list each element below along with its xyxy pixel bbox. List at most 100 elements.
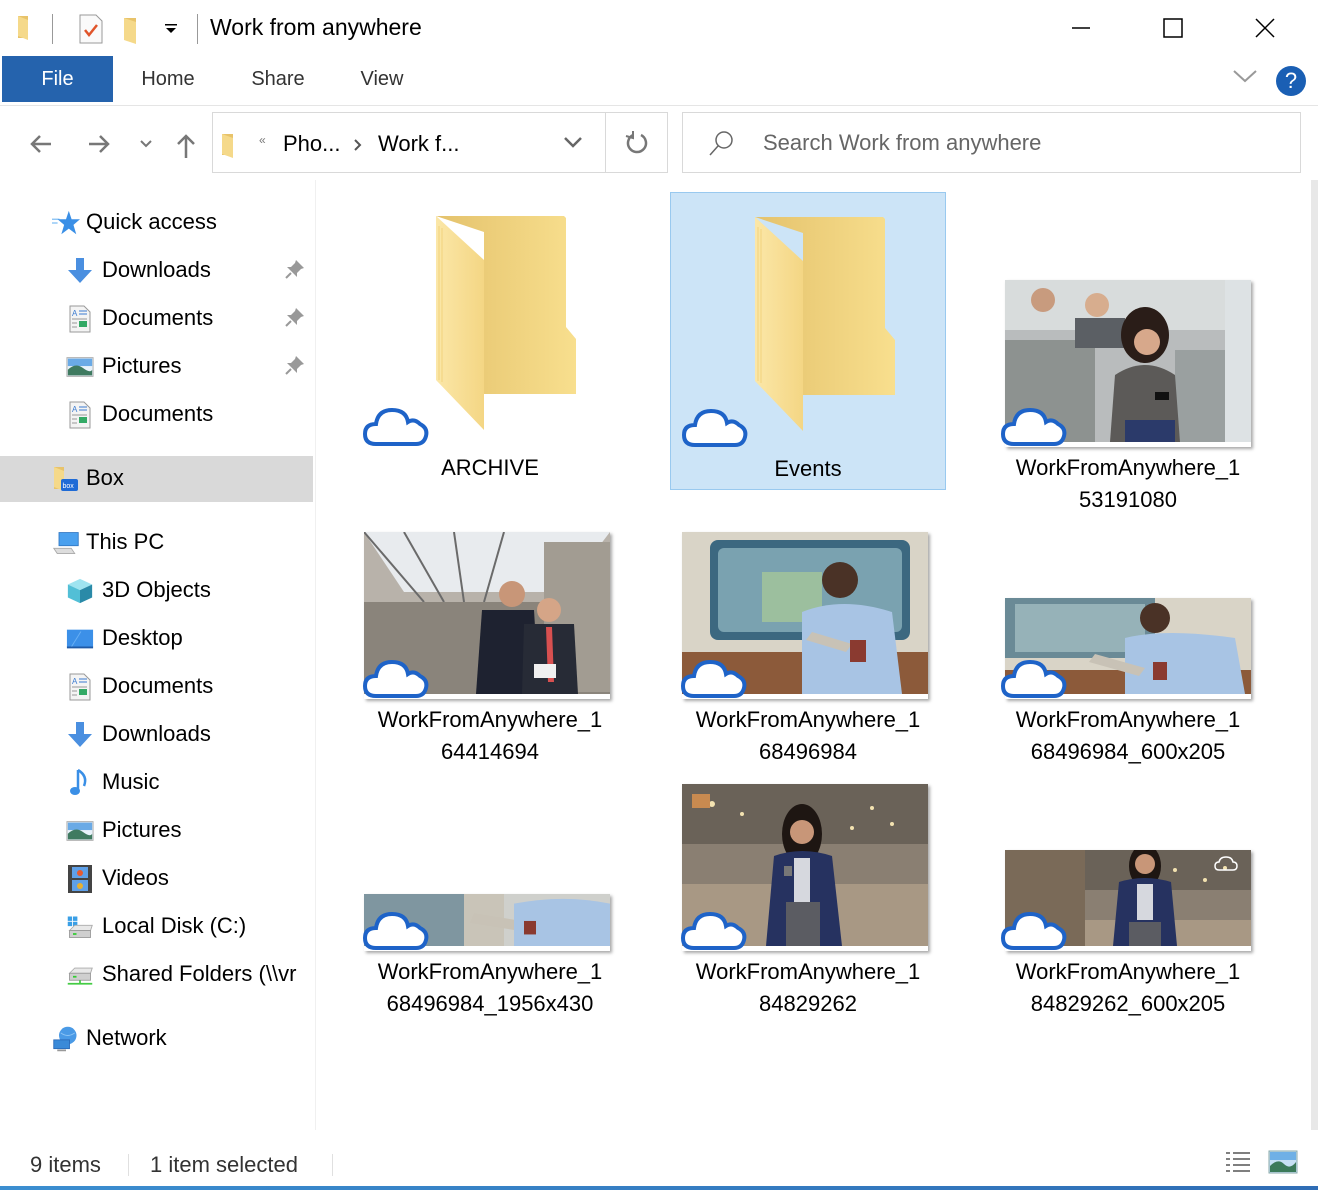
recent-locations-button[interactable]	[136, 130, 156, 158]
item-count: 9 items	[30, 1152, 101, 1177]
minimize-icon	[1072, 27, 1090, 29]
arrow-up-icon	[177, 134, 195, 158]
refresh-button[interactable]	[605, 113, 668, 172]
help-button[interactable]: ?	[1276, 66, 1306, 96]
svg-text:box: box	[63, 483, 75, 490]
details-view-button[interactable]	[1224, 1150, 1252, 1180]
music-icon	[66, 768, 94, 797]
properties-icon[interactable]	[78, 14, 104, 49]
cloud-badge-icon	[1214, 856, 1238, 877]
breadcrumb-item[interactable]: Pho...	[283, 131, 340, 157]
chevron-down-icon	[1233, 70, 1257, 83]
arrow-left-icon	[30, 135, 51, 153]
tab-view[interactable]: View	[346, 56, 418, 102]
breadcrumb-separator-icon[interactable]	[353, 138, 363, 157]
sidebar-item-label: Pictures	[102, 353, 182, 378]
back-button[interactable]	[26, 130, 56, 158]
pin-icon[interactable]	[284, 306, 306, 334]
sidebar-item-this-pc[interactable]: This PC	[0, 520, 313, 566]
pictures-icon	[66, 817, 94, 845]
sidebar-item-label: Pictures	[102, 817, 182, 842]
sidebar-item-label: Quick access	[86, 209, 217, 234]
tab-file[interactable]: File	[2, 56, 113, 102]
sidebar-item-3d-objects[interactable]: 3D Objects	[0, 568, 313, 614]
file-name-continued: 84829262_600x205	[1030, 991, 1226, 1016]
cloud-sync-icon	[362, 654, 432, 700]
svg-text:A: A	[72, 677, 78, 686]
documents-icon: A	[66, 305, 94, 333]
desktop-icon	[66, 625, 94, 653]
folder-icon	[221, 133, 239, 164]
cloud-sync-icon	[680, 654, 750, 700]
file-name: WorkFromAnywhere_1	[1015, 959, 1241, 984]
sidebar-item-label: Downloads	[102, 721, 211, 746]
file-item[interactable]: WorkFromAnywhere_1 84829262	[670, 696, 946, 1016]
sidebar-item-label: Downloads	[102, 257, 211, 282]
sidebar-item-downloads[interactable]: Downloads	[0, 712, 313, 758]
sidebar-item-label: Box	[86, 465, 124, 490]
status-bar: 9 items 1 item selected	[0, 1140, 1318, 1184]
tab-home[interactable]: Home	[124, 56, 212, 102]
search-input[interactable]	[763, 123, 1283, 163]
refresh-icon	[625, 130, 648, 153]
overflow-chevron[interactable]: «	[259, 133, 266, 147]
box-folder-icon: box	[52, 465, 80, 493]
maximize-button[interactable]	[1150, 6, 1196, 50]
tab-share[interactable]: Share	[238, 56, 318, 102]
file-name-continued: 68496984_1956x430	[386, 991, 594, 1016]
sidebar-item-label: Documents	[102, 673, 214, 698]
close-button[interactable]	[1242, 6, 1288, 50]
sidebar-item-documents[interactable]: A Documents	[0, 664, 313, 710]
sidebar-item-label: 3D Objects	[102, 577, 211, 602]
cloud-sync-icon	[1000, 402, 1070, 448]
sidebar-item-desktop[interactable]: Desktop	[0, 616, 313, 662]
svg-text:A: A	[72, 309, 78, 318]
minimize-button[interactable]	[1058, 6, 1104, 50]
search-box[interactable]	[682, 112, 1301, 173]
arrow-right-icon	[89, 135, 110, 153]
sidebar-item-documents[interactable]: A Documents	[0, 392, 313, 438]
sidebar-item-pictures[interactable]: Pictures	[0, 808, 313, 854]
address-history-button[interactable]	[563, 135, 583, 154]
pin-icon[interactable]	[284, 258, 306, 286]
up-button[interactable]	[174, 132, 198, 160]
sidebar-item-documents[interactable]: A Documents	[0, 296, 313, 342]
sidebar-item-local-disk-c[interactable]: Local Disk (C:)	[0, 904, 313, 950]
breadcrumb-item[interactable]: Work f...	[378, 131, 460, 157]
sidebar-item-box[interactable]: box Box	[0, 456, 313, 502]
sidebar-item-label: Documents	[102, 305, 214, 330]
sidebar-item-label: This PC	[86, 529, 165, 554]
ribbon-tabs: File Home Share View	[0, 56, 1318, 106]
file-item[interactable]: WorkFromAnywhere_1 68496984_1956x430	[352, 696, 628, 1016]
navigation-pane[interactable]: Quick access Downloads A Documents Pictures A…	[0, 180, 316, 1130]
documents-icon: A	[66, 401, 94, 429]
sidebar-item-music[interactable]: Music	[0, 760, 313, 806]
pin-icon[interactable]	[284, 354, 306, 382]
customize-quick-access-icon[interactable]	[164, 22, 178, 40]
file-name: WorkFromAnywhere_1	[377, 959, 603, 984]
sidebar-item-videos[interactable]: Videos	[0, 856, 313, 902]
sidebar-item-shared-folders-vr[interactable]: Shared Folders (\\vr	[0, 952, 313, 998]
folder-icon[interactable]	[16, 14, 38, 47]
sidebar-item-label: Documents	[102, 401, 214, 426]
scrollbar[interactable]	[1311, 180, 1318, 1130]
navigation-bar: « Pho... Work f...	[0, 106, 1318, 180]
divider	[128, 1154, 129, 1176]
star-icon	[52, 209, 80, 237]
forward-button[interactable]	[84, 130, 114, 158]
network-icon	[52, 1025, 80, 1053]
expand-ribbon-button[interactable]	[1232, 68, 1258, 89]
file-name: WorkFromAnywhere_1	[695, 959, 921, 984]
address-bar[interactable]: « Pho... Work f...	[212, 112, 668, 173]
new-folder-icon[interactable]	[122, 14, 144, 49]
videos-icon	[66, 865, 94, 893]
selection-count: 1 item selected	[150, 1152, 298, 1177]
sidebar-item-pictures[interactable]: Pictures	[0, 344, 313, 390]
file-item[interactable]: WorkFromAnywhere_1 84829262_600x205	[990, 696, 1266, 1016]
window-border	[0, 1186, 1318, 1190]
sidebar-item-network[interactable]: Network	[0, 1016, 313, 1062]
title-bar: Work from anywhere	[0, 0, 1318, 56]
sidebar-item-downloads[interactable]: Downloads	[0, 248, 313, 294]
large-icons-view-button[interactable]	[1268, 1150, 1298, 1180]
sidebar-item-quick-access[interactable]: Quick access	[0, 200, 313, 246]
